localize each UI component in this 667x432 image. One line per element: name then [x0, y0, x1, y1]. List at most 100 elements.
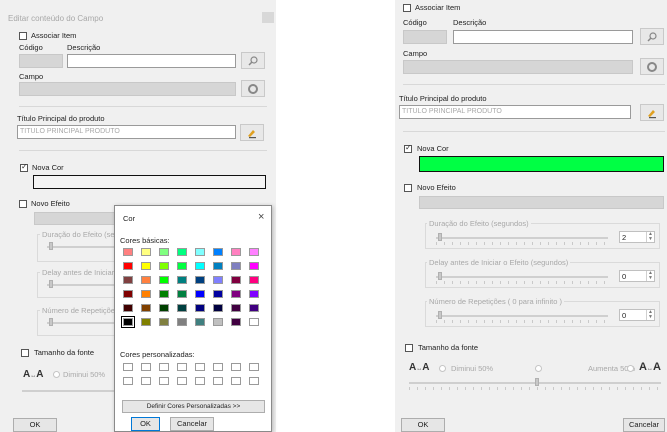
color-dialog-close-button[interactable]: × — [258, 211, 264, 223]
nova-cor-swatch[interactable] — [419, 156, 664, 172]
duracao-spinner[interactable]: 2 ▲ ▼ — [619, 231, 655, 243]
define-custom-colors-button[interactable]: Definir Cores Personalizadas >> — [122, 400, 265, 413]
basic-color-swatch[interactable] — [231, 318, 241, 326]
repeticoes-slider[interactable] — [47, 322, 121, 324]
titulo-principal-input[interactable]: TITULO PRINCIPAL PRODUTO — [399, 105, 631, 119]
basic-color-swatch[interactable] — [195, 290, 205, 298]
basic-color-swatch[interactable] — [195, 318, 205, 326]
refresh-button[interactable] — [640, 58, 664, 75]
basic-color-swatch[interactable] — [249, 276, 259, 284]
search-button[interactable] — [640, 28, 664, 45]
efeito-select[interactable] — [419, 196, 664, 209]
basic-color-swatch[interactable] — [249, 262, 259, 270]
nova-cor-checkbox[interactable] — [404, 143, 412, 153]
spinner-arrows-icon[interactable]: ▲ ▼ — [646, 232, 654, 242]
basic-color-swatch[interactable] — [177, 304, 187, 312]
basic-color-swatch[interactable] — [213, 276, 223, 284]
basic-color-swatch[interactable] — [249, 304, 259, 312]
basic-color-swatch[interactable] — [159, 304, 169, 312]
basic-color-swatch[interactable] — [177, 262, 187, 270]
novo-efeito-checkbox[interactable] — [19, 200, 27, 208]
custom-color-swatch[interactable] — [213, 363, 223, 371]
basic-color-swatch[interactable] — [177, 248, 187, 256]
custom-color-swatch[interactable] — [249, 363, 259, 371]
tamanho-fonte-checkbox[interactable] — [405, 344, 413, 352]
basic-color-swatch[interactable] — [159, 318, 169, 326]
codigo-input[interactable] — [19, 54, 63, 68]
basic-color-swatch[interactable] — [195, 262, 205, 270]
custom-color-swatch[interactable] — [195, 363, 205, 371]
basic-color-swatch[interactable] — [121, 316, 135, 328]
center-radio[interactable] — [535, 365, 542, 372]
custom-color-swatch[interactable] — [231, 363, 241, 371]
repeticoes-slider-thumb[interactable] — [438, 311, 442, 319]
delay-slider[interactable] — [436, 276, 608, 278]
custom-color-swatch[interactable] — [231, 377, 241, 385]
delay-slider-thumb[interactable] — [438, 272, 442, 280]
campo-select[interactable] — [403, 60, 633, 74]
duracao-slider-thumb[interactable] — [438, 233, 442, 241]
basic-color-swatch[interactable] — [195, 304, 205, 312]
descricao-input[interactable] — [67, 54, 236, 68]
nova-cor-checkbox[interactable] — [20, 162, 28, 172]
basic-color-swatch[interactable] — [177, 276, 187, 284]
left-close-button[interactable] — [262, 12, 274, 23]
basic-color-swatch[interactable] — [195, 248, 205, 256]
basic-color-swatch[interactable] — [213, 248, 223, 256]
basic-color-swatch[interactable] — [249, 318, 259, 326]
campo-select[interactable] — [19, 82, 236, 96]
titulo-principal-input[interactable]: TITULO PRINCIPAL PRODUTO — [17, 125, 236, 139]
aumenta-radio[interactable] — [627, 365, 634, 372]
novo-efeito-checkbox[interactable] — [404, 184, 412, 192]
custom-color-swatch[interactable] — [177, 377, 187, 385]
basic-color-swatch[interactable] — [213, 290, 223, 298]
basic-color-swatch[interactable] — [159, 248, 169, 256]
right-cancel-button[interactable]: Cancelar — [623, 418, 665, 432]
left-ok-button[interactable]: OK — [13, 418, 57, 432]
descricao-input[interactable] — [453, 30, 633, 44]
basic-color-swatch[interactable] — [141, 304, 151, 312]
basic-color-swatch[interactable] — [195, 276, 205, 284]
titulo-edit-button[interactable] — [640, 104, 664, 121]
custom-color-swatch[interactable] — [141, 377, 151, 385]
right-ok-button[interactable]: OK — [401, 418, 445, 432]
basic-color-swatch[interactable] — [123, 290, 133, 298]
spinner-arrows-icon[interactable]: ▲ ▼ — [646, 310, 654, 320]
basic-color-swatch[interactable] — [141, 318, 151, 326]
custom-color-swatch[interactable] — [213, 377, 223, 385]
delay-slider[interactable] — [47, 284, 121, 286]
basic-color-swatch[interactable] — [141, 262, 151, 270]
repeticoes-slider[interactable] — [436, 315, 608, 317]
delay-slider-thumb[interactable] — [49, 280, 53, 288]
basic-color-swatch[interactable] — [123, 304, 133, 312]
basic-color-swatch[interactable] — [123, 276, 133, 284]
custom-color-swatch[interactable] — [249, 377, 259, 385]
tamanho-fonte-checkbox[interactable] — [21, 349, 29, 357]
custom-color-swatch[interactable] — [159, 363, 169, 371]
spinner-arrows-icon[interactable]: ▲ ▼ — [646, 271, 654, 281]
basic-color-swatch[interactable] — [177, 290, 187, 298]
basic-color-swatch[interactable] — [123, 262, 133, 270]
basic-color-swatch[interactable] — [231, 304, 241, 312]
basic-color-swatch[interactable] — [249, 248, 259, 256]
titulo-edit-button[interactable] — [240, 124, 264, 141]
duracao-slider-thumb[interactable] — [49, 242, 53, 250]
basic-color-swatch[interactable] — [213, 318, 223, 326]
custom-color-swatch[interactable] — [159, 377, 169, 385]
basic-color-swatch[interactable] — [231, 248, 241, 256]
associar-item-checkbox[interactable] — [403, 4, 411, 12]
duracao-slider[interactable] — [47, 246, 121, 248]
custom-color-swatch[interactable] — [177, 363, 187, 371]
refresh-button[interactable] — [241, 80, 265, 97]
color-ok-button[interactable]: OK — [131, 417, 160, 431]
diminui-radio[interactable] — [53, 371, 60, 378]
tamanho-slider-thumb[interactable] — [535, 378, 539, 386]
search-button[interactable] — [241, 52, 265, 69]
duracao-slider[interactable] — [436, 237, 608, 239]
delay-spinner[interactable]: 0 ▲ ▼ — [619, 270, 655, 282]
repeticoes-spinner[interactable]: 0 ▲ ▼ — [619, 309, 655, 321]
diminui-radio[interactable] — [439, 365, 446, 372]
efeito-select[interactable] — [34, 212, 124, 225]
custom-color-swatch[interactable] — [123, 363, 133, 371]
codigo-input[interactable] — [403, 30, 447, 44]
